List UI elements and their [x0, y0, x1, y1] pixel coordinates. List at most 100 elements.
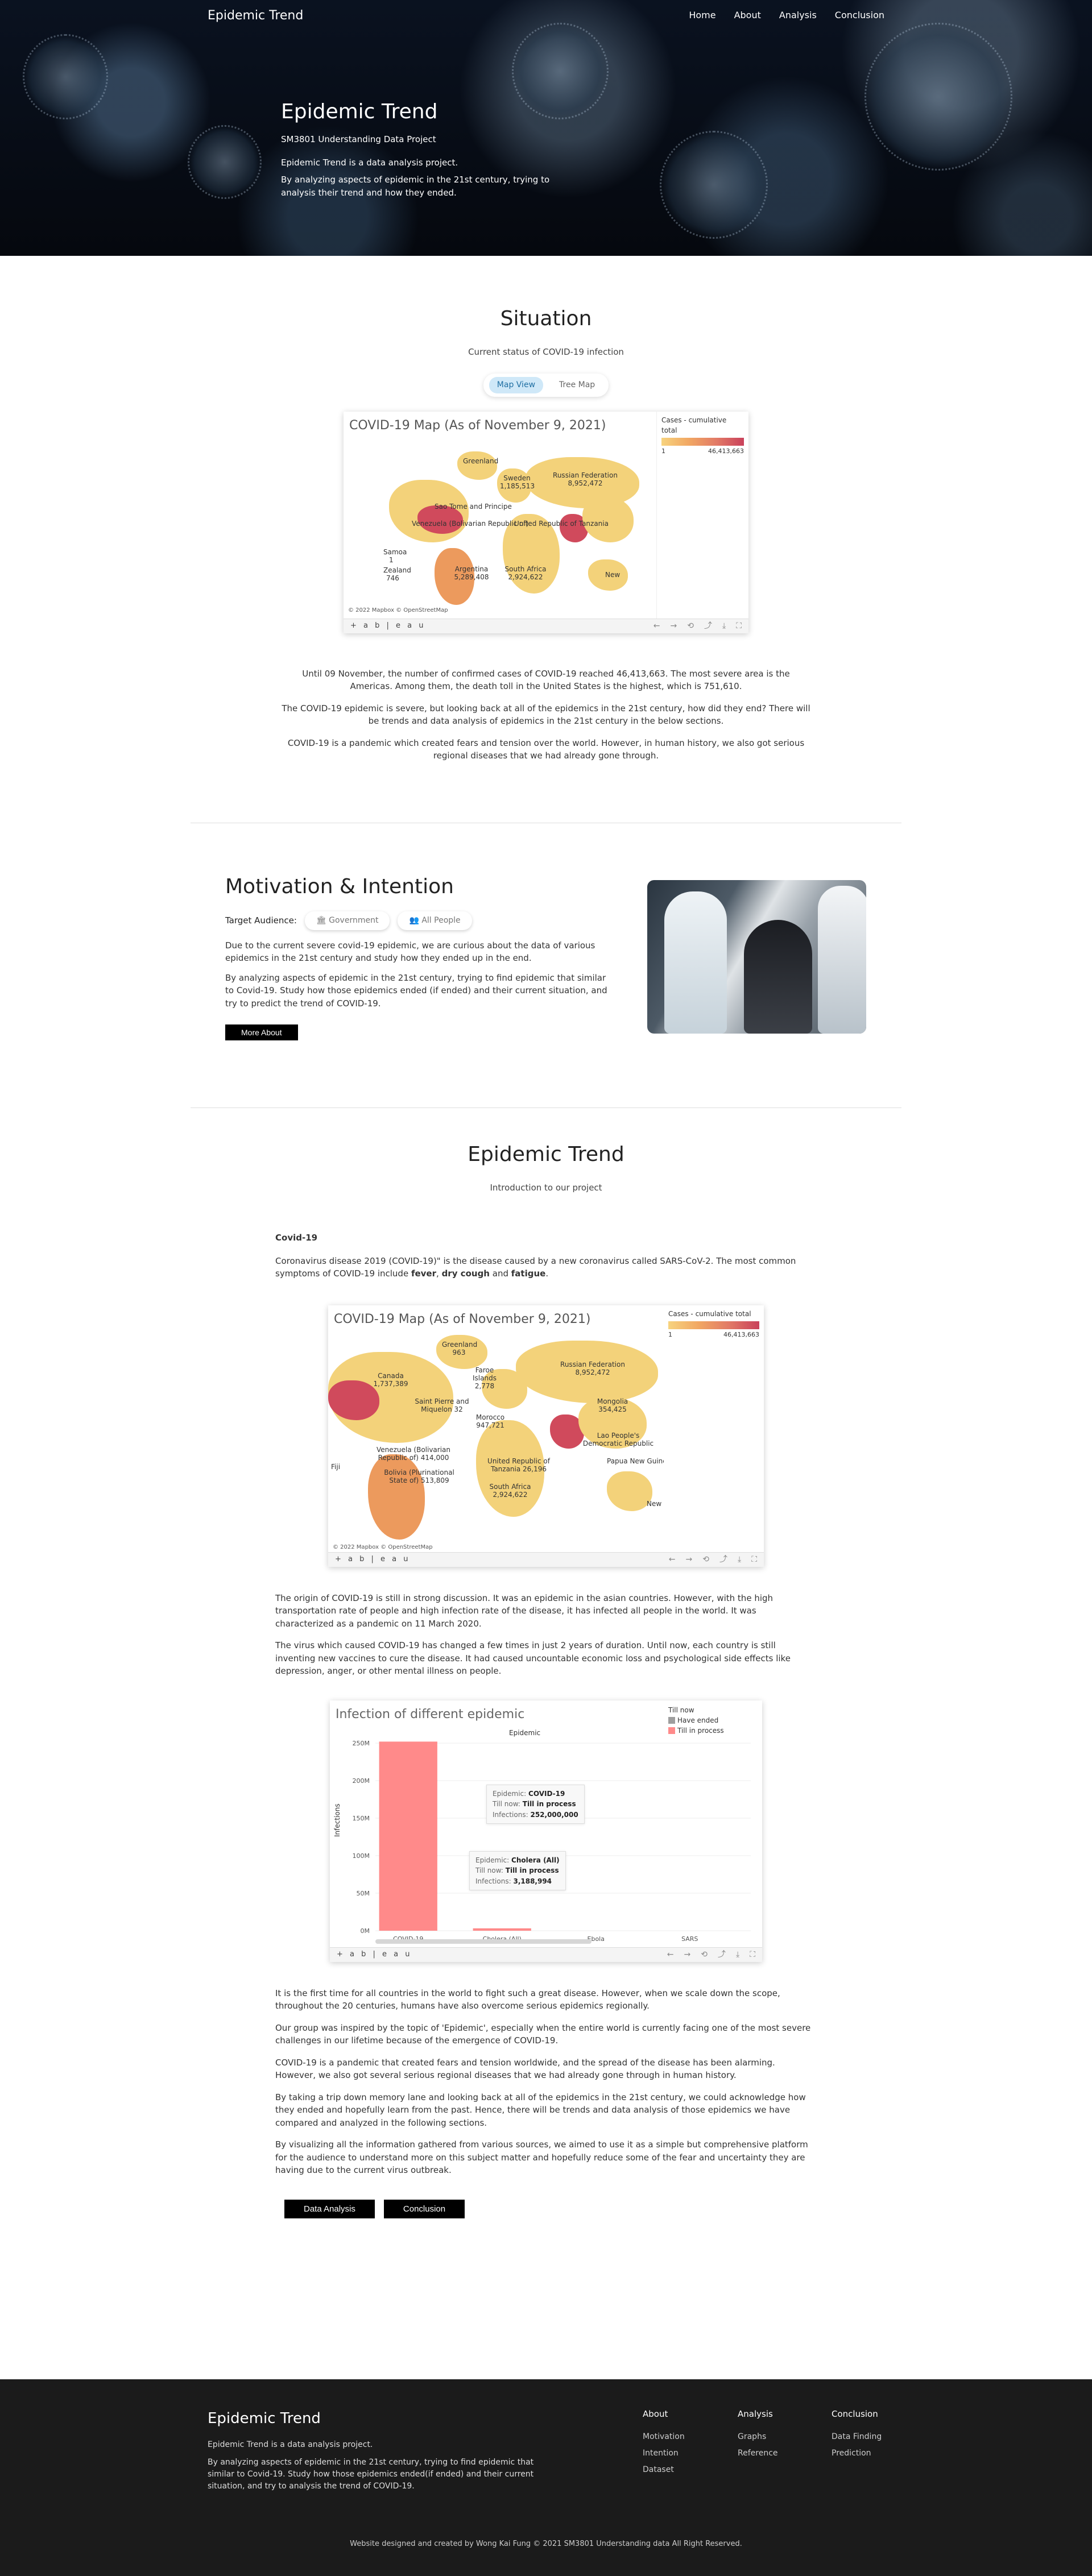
legend-range: 1 46,413,663	[668, 1330, 759, 1340]
footer-link-dataset[interactable]: Dataset	[643, 2464, 685, 2476]
map-label: 746	[386, 574, 399, 582]
fullscreen-icon[interactable]: ⛶	[750, 1949, 755, 1961]
share-icon[interactable]: ⤴	[719, 1554, 727, 1566]
share-icon[interactable]: ⤴	[718, 1949, 726, 1961]
legend-max: 46,413,663	[708, 447, 744, 455]
y-tick-label: 150M	[353, 1815, 370, 1822]
tooltip-value: 252,000,000	[530, 1810, 578, 1819]
tree-map-tab[interactable]: Tree Map	[551, 377, 603, 393]
map-label: Saint Pierre and Miquelon 32	[415, 1397, 469, 1413]
footer-col-about: About Motivation Intention Dataset	[643, 2408, 685, 2480]
undo-icon[interactable]: ←	[669, 1554, 676, 1566]
footer-col-conclusion: Conclusion Data Finding Prediction	[832, 2408, 882, 2464]
chip-label: All People	[421, 915, 461, 925]
epidemic-bar-chart[interactable]: Infection of different epidemic Epidemic…	[330, 1700, 762, 1962]
map-title: COVID-19 Map (As of November 9, 2021)	[349, 418, 606, 433]
footer-link-reference[interactable]: Reference	[738, 2448, 778, 2459]
tooltip-label: Till now:	[493, 1800, 520, 1808]
toolbar-tools: ← → ⟲ ⤴ ⤓ ⛶	[653, 620, 742, 632]
covid-map-embed[interactable]: COVID-19 Map (As of November 9, 2021) Gr…	[344, 411, 748, 633]
photo-health-worker	[818, 885, 866, 1034]
map-label: Sao Tome and Principe	[435, 502, 512, 511]
revert-icon[interactable]: ⟲	[702, 1554, 709, 1566]
footer-link-data-finding[interactable]: Data Finding	[832, 2431, 882, 2443]
legend-color-bar	[668, 1321, 759, 1329]
nav-analysis[interactable]: Analysis	[779, 9, 817, 22]
share-icon[interactable]: ⤴	[704, 620, 712, 632]
download-icon[interactable]: ⤓	[738, 1554, 741, 1566]
tableau-logo[interactable]: + a b | e a u	[350, 620, 426, 632]
map-label: Greenland	[463, 457, 499, 465]
nav-conclusion[interactable]: Conclusion	[835, 9, 884, 22]
footer-link-prediction[interactable]: Prediction	[832, 2448, 882, 2459]
chip-all-people[interactable]: 👥 All People	[398, 911, 472, 930]
brand-logo[interactable]: Epidemic Trend	[208, 6, 303, 25]
tooltip-value: Till in process	[505, 1866, 559, 1875]
origin-para: The origin of COVID-19 is still in stron…	[275, 1592, 774, 1629]
map-region-south-america[interactable]	[368, 1454, 425, 1540]
situation-subtitle: Current status of COVID-19 infection	[468, 347, 624, 357]
map-label: Morocco 947,721	[475, 1413, 505, 1429]
undo-icon[interactable]: ←	[653, 620, 660, 632]
tooltip-value: Cholera (All)	[511, 1856, 560, 1864]
tooltip-label: Till now:	[475, 1866, 503, 1875]
legend-min: 1	[661, 447, 665, 455]
nav-about[interactable]: About	[734, 9, 761, 22]
footer-col-title: Conclusion	[832, 2409, 878, 2419]
undo-icon[interactable]: ←	[667, 1949, 674, 1961]
map-title: COVID-19 Map (As of November 9, 2021)	[334, 1312, 591, 1326]
footer-para: Epidemic Trend is a data analysis projec…	[208, 2440, 373, 2449]
map-view-tab[interactable]: Map View	[489, 376, 544, 393]
situation-text: Until 09 November, the number of confirm…	[282, 667, 810, 762]
footer-link-intention[interactable]: Intention	[643, 2448, 685, 2459]
tooltip-label: Epidemic:	[475, 1856, 510, 1864]
map-legend: Cases - cumulative total 1 46,413,663	[656, 411, 748, 633]
download-icon[interactable]: ⤓	[736, 1949, 739, 1961]
map-label: Papua New Guinea	[607, 1457, 664, 1465]
legend-range: 1 46,413,663	[661, 447, 744, 457]
map-region-australia[interactable]	[607, 1471, 652, 1511]
redo-icon[interactable]: →	[671, 620, 677, 632]
map-label: Greenland 963	[442, 1340, 478, 1357]
redo-icon[interactable]: →	[686, 1554, 693, 1566]
footer-link-graphs[interactable]: Graphs	[738, 2431, 778, 2443]
tooltip-cholera: Epidemic: Cholera (All) Till now: Till i…	[469, 1851, 566, 1891]
world-map[interactable]: Greenland Sweden 1,185,513 Russian Feder…	[344, 434, 655, 615]
bar-cholera-all-[interactable]	[473, 1928, 531, 1931]
cta-buttons: Data Analysis Conclusion	[284, 2199, 1092, 2218]
covid-intro-para: Coronavirus disease 2019 (COVID-19)" is …	[275, 1255, 817, 1280]
revert-icon[interactable]: ⟲	[687, 620, 694, 632]
revert-icon[interactable]: ⟲	[701, 1949, 708, 1961]
map-label: United Republic of Tanzania	[514, 519, 609, 528]
map-label: Canada 1,737,389	[373, 1371, 408, 1388]
tableau-logo[interactable]: + a b | e a u	[335, 1554, 411, 1565]
bar-covid-19[interactable]	[379, 1741, 437, 1931]
more-about-button[interactable]: More About	[225, 1024, 298, 1040]
fullscreen-icon[interactable]: ⛶	[751, 1554, 757, 1566]
world-map[interactable]: Greenland 963 Canada 1,737,389 Faroe Isl…	[328, 1329, 664, 1552]
chart-scrollbar[interactable]	[375, 1939, 592, 1944]
hero-title: Epidemic Trend	[281, 100, 438, 123]
map-label: Sweden 1,185,513	[500, 474, 535, 490]
download-icon[interactable]: ⤓	[722, 620, 726, 632]
map-label: United Republic of Tanzania 26,196	[487, 1457, 550, 1473]
map-label: Bolivia (Plurinational State of) 513,809	[384, 1468, 454, 1484]
intro-text: ,	[436, 1268, 442, 1279]
footer-link-motivation[interactable]: Motivation	[643, 2431, 685, 2443]
covid-map-embed-2[interactable]: COVID-19 Map (As of November 9, 2021) Gr…	[328, 1305, 764, 1567]
map-label: Lao People's Democratic Republic	[582, 1431, 654, 1447]
tableau-logo[interactable]: + a b | e a u	[337, 1949, 412, 1960]
map-label: New	[605, 570, 621, 579]
project-para: COVID-19 is a pandemic that created fear…	[275, 2057, 775, 2081]
conclusion-button[interactable]: Conclusion	[383, 2199, 465, 2218]
footer-description: Epidemic Trend is a data analysis projec…	[208, 2439, 560, 2498]
covid-testing-photo	[647, 880, 866, 1034]
chip-government[interactable]: 🏛 Government	[304, 911, 390, 930]
nav-home[interactable]: Home	[689, 9, 715, 22]
situation-para: COVID-19 is a pandemic which created fea…	[287, 737, 805, 761]
data-analysis-button[interactable]: Data Analysis	[284, 2199, 375, 2218]
redo-icon[interactable]: →	[684, 1949, 691, 1961]
map-legend: Cases - cumulative total 1 46,413,663	[664, 1305, 764, 1567]
map-region-greenland[interactable]	[457, 451, 497, 480]
fullscreen-icon[interactable]: ⛶	[736, 620, 742, 632]
